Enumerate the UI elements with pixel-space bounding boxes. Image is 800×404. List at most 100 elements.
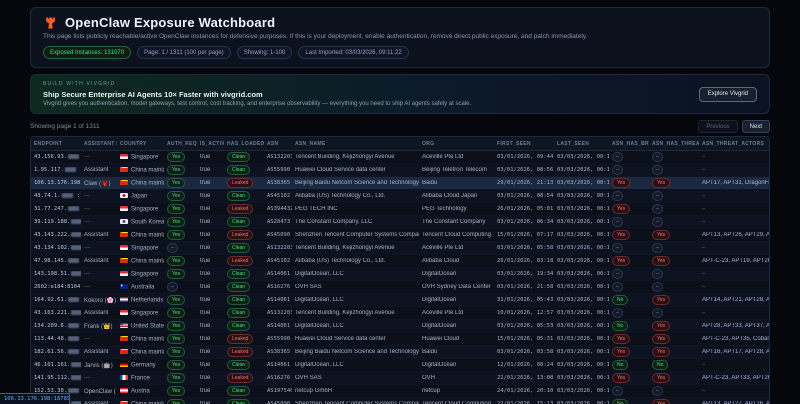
assistant-name-cell: Assistant bbox=[84, 310, 109, 316]
asn-has-threat-actor-cell: Yes bbox=[649, 347, 699, 357]
endpoint-link[interactable]: 39.119.188. :18789 bbox=[31, 219, 81, 225]
asn-cell: AS14061 bbox=[267, 297, 291, 303]
table-row: 39.119.188. :18789— South KoreaYes true Cle… bbox=[31, 216, 769, 229]
country-cell: China mainland bbox=[117, 348, 164, 355]
country-cell: Australia bbox=[117, 283, 164, 290]
last-seen-cell: 03/03/2026, 00:15:34 bbox=[557, 232, 609, 238]
assistant-name-cell: Assistant bbox=[84, 232, 109, 238]
status-pill: Yes bbox=[167, 295, 186, 305]
redacted-octet bbox=[68, 206, 80, 211]
asn-name-cell: Alibaba (US) Technology Co., Ltd. bbox=[295, 193, 386, 199]
auth-required-cell: Yes bbox=[164, 334, 197, 344]
endpoint-link[interactable]: 134.209.6. :443 bbox=[31, 323, 81, 329]
last-seen-cell: 03/03/2026, 00:11:34 bbox=[557, 193, 609, 199]
threat-actors-cell: APT-C-23, APT35, Cobalt Group, Equation … bbox=[702, 336, 769, 342]
status-pill: Yes bbox=[167, 321, 186, 331]
endpoint-link[interactable]: 46.101.161. :443 bbox=[31, 362, 81, 368]
status-pill: Leaked bbox=[227, 204, 254, 214]
auth-required-cell: Yes bbox=[164, 165, 197, 175]
sg-flag-icon bbox=[120, 309, 128, 315]
asn-has-breach-cell: No bbox=[609, 295, 649, 305]
asn-has-breach-cell: – bbox=[609, 152, 649, 162]
status-pill: Yes bbox=[652, 295, 671, 305]
endpoint-link[interactable]: 164.92.61. :443 bbox=[31, 297, 81, 303]
status-pill: Clean bbox=[227, 295, 251, 305]
endpoint-link[interactable]: 1.95.117. :35299 bbox=[31, 167, 81, 173]
assistant-name-cell: Frank (👑) bbox=[84, 323, 113, 330]
table-row: 106.13.176.198 :18789Claw (🦞) China mainl… bbox=[31, 177, 769, 190]
cn-flag-icon bbox=[120, 179, 128, 185]
assistant-name-cell: — bbox=[84, 284, 90, 290]
asn-has-breach-cell: Yes bbox=[609, 230, 649, 240]
table-row: 113.44.48. :18789—China mainlandYestrueL… bbox=[31, 333, 769, 346]
endpoint-link[interactable]: 43.163.221. :18789 bbox=[31, 310, 81, 316]
endpoint-link[interactable]: 43.74.1. :18789 bbox=[31, 193, 81, 199]
endpoint-link[interactable]: 106.13.176.198 :18789 bbox=[31, 180, 81, 186]
asn-has-breach-cell: No bbox=[609, 360, 649, 370]
endpoint-link[interactable]: 182.61.56. :18789 bbox=[31, 349, 81, 355]
column-header: AUTH_REQUIRED bbox=[167, 141, 197, 147]
column-header: FIRST_SEEN bbox=[497, 141, 531, 147]
status-pill: – bbox=[612, 191, 623, 201]
asn-has-threat-actor-cell: – bbox=[649, 165, 699, 175]
first-seen-cell: 03/01/2026, 03:58:02 bbox=[497, 349, 554, 355]
endpoint-link[interactable]: 47.98.145. :18789 bbox=[31, 258, 81, 264]
loaded-creds-cell: Clean bbox=[224, 360, 264, 370]
endpoint-link[interactable]: 113.44.48. :18789 bbox=[31, 336, 81, 342]
endpoint-link[interactable]: 141.95.112. :18789 bbox=[31, 375, 81, 381]
previous-button[interactable]: Previous bbox=[698, 120, 738, 133]
status-pill: Leaked bbox=[227, 230, 254, 240]
endpoint-link[interactable]: 43.143.222. :18789 bbox=[31, 232, 81, 238]
endpoint-link[interactable]: 31.77.247. :7353 bbox=[31, 206, 81, 212]
status-pill: Yes bbox=[612, 178, 631, 188]
status-pill: No bbox=[612, 295, 629, 305]
last-seen-cell: 03/03/2026, 00:15:34 bbox=[557, 336, 609, 342]
auth-required-cell: Yes bbox=[164, 152, 197, 162]
org-cell: Huawei Cloud bbox=[422, 336, 460, 342]
exposure-table: ENDPOINT ASSISTANT NAMECOUNTRY AUTH_REQUIR… bbox=[30, 136, 770, 404]
first-seen-cell: 03/01/2026, 05:53:49 bbox=[497, 323, 554, 329]
status-pill: Clean bbox=[227, 243, 251, 253]
loaded-creds-cell: Clean bbox=[224, 386, 264, 396]
threat-actors-cell: – bbox=[702, 154, 706, 160]
header-badge: Page: 1 / 1311 (100 per page) bbox=[137, 46, 231, 59]
status-pill: Clean bbox=[227, 191, 251, 201]
is-active-cell: true bbox=[200, 193, 211, 199]
asn-has-breach-cell: – bbox=[609, 308, 649, 318]
status-pill: Clean bbox=[227, 165, 251, 175]
status-pill: Yes bbox=[167, 191, 186, 201]
country-cell: Singapore bbox=[117, 244, 164, 251]
endpoint-link[interactable]: 2602:e184:8104:400::1ab5 :18789 bbox=[31, 284, 81, 290]
endpoint-link[interactable]: 43.156.93. :18789 bbox=[31, 154, 81, 160]
status-pill: Yes bbox=[167, 178, 186, 188]
is-active-cell: true bbox=[200, 388, 211, 394]
column-header: IS_ACTIVE bbox=[200, 141, 224, 147]
endpoint-link[interactable]: 143.198.51. :443 bbox=[31, 271, 81, 277]
first-seen-cell: 03/01/2026, 09:44:05 bbox=[497, 154, 554, 160]
country-cell: Singapore bbox=[117, 270, 164, 277]
explore-vivgrid-button[interactable]: Explore Vivgrid bbox=[698, 86, 757, 102]
loaded-creds-cell: Clean bbox=[224, 295, 264, 305]
au-flag-icon bbox=[120, 283, 128, 289]
loaded-creds-cell: Leaked bbox=[224, 373, 264, 383]
redacted-octet bbox=[68, 349, 80, 354]
first-seen-cell: 03/01/2026, 06:34:05 bbox=[497, 219, 554, 225]
asn-has-threat-actor-cell: No bbox=[649, 360, 699, 370]
status-pill: Yes bbox=[612, 373, 631, 383]
assistant-name-cell: — bbox=[84, 206, 90, 212]
loaded-creds-cell: Leaked bbox=[224, 178, 264, 188]
auth-required-cell: Yes bbox=[164, 321, 197, 331]
auth-required-cell: Yes bbox=[164, 360, 197, 370]
asn-cell: AS45102 bbox=[267, 258, 291, 264]
asn-has-threat-actor-cell: – bbox=[649, 204, 699, 214]
column-header: ASN bbox=[267, 141, 279, 147]
endpoint-link[interactable]: 43.134.102. :18789 bbox=[31, 245, 81, 251]
asn-name-cell: DigitalOcean, LLC bbox=[295, 362, 344, 368]
assistant-name-cell: — bbox=[84, 336, 90, 342]
next-button[interactable]: Next bbox=[741, 120, 770, 133]
table-row: 182.61.56. :18789Assistant China mainland… bbox=[31, 346, 769, 359]
last-seen-cell: 03/03/2026, 00:12:34 bbox=[557, 219, 609, 225]
country-cell: China mainland bbox=[117, 231, 164, 238]
is-active-cell: true bbox=[200, 271, 211, 277]
assistant-name-cell: Jarvis (🤖) bbox=[84, 362, 113, 369]
